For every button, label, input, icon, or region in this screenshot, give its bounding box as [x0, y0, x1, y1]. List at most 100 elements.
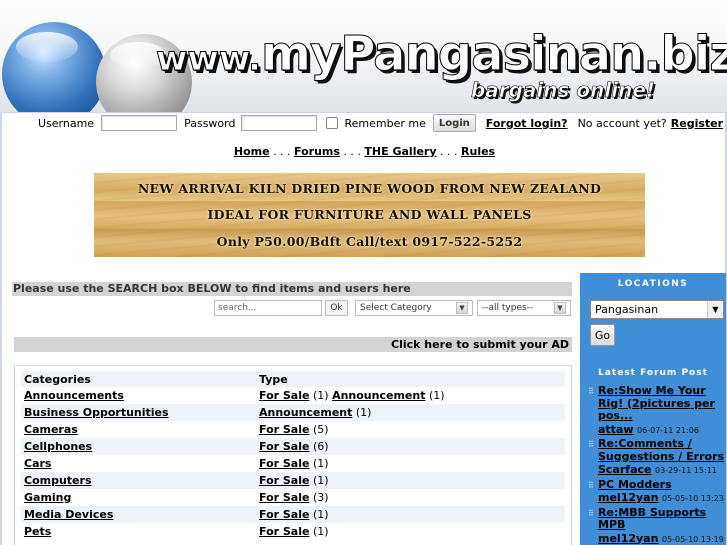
bullet-icon: ⠿	[588, 480, 594, 490]
type-link[interactable]: For Sale	[259, 440, 309, 453]
forum-post-list: ⠿ Re:Show Me Your Rig! (2pictures per po…	[588, 384, 726, 545]
category-link[interactable]: Pets	[24, 525, 51, 538]
banner-line-1: NEW ARRIVAL KILN DRIED PINE WOOD FROM NE…	[137, 180, 602, 196]
banner-line-3: Only P50.00/Bdft Call/text 0917-522-5252	[216, 234, 523, 250]
nav-forums[interactable]: Forums	[294, 145, 340, 158]
login-button[interactable]: Login	[432, 114, 476, 132]
category-link[interactable]: Media Devices	[24, 508, 113, 521]
table-row: Computers For Sale (1)	[21, 472, 565, 489]
post-date: 03-29-11 15:11	[654, 466, 717, 475]
right-sidebar: LOCATIONS Pangasinan ▼ Go Latest Forum P…	[580, 273, 726, 545]
type-count: (1)	[312, 457, 329, 470]
no-account-text: No account yet?	[577, 116, 667, 130]
banner-ad[interactable]: NEW ARRIVAL KILN DRIED PINE WOOD FROM NE…	[94, 173, 645, 257]
forum-post-link[interactable]: Re:Comments / Suggestions / Errors	[598, 437, 726, 463]
locations-title: LOCATIONS	[617, 279, 689, 289]
category-link[interactable]: Computers	[24, 474, 92, 487]
type-link[interactable]: For Sale	[259, 389, 309, 402]
search-row: search... Ok Select Category ▼ --all typ…	[214, 299, 571, 316]
table-row: Cars For Sale (1)	[21, 455, 565, 472]
nav-the-gallery[interactable]: THE Gallery	[364, 145, 436, 158]
forgot-login-link[interactable]: Forgot login?	[486, 117, 568, 130]
type-count: (3)	[312, 491, 329, 504]
forum-post-link[interactable]: Re:MBB Supports MPB	[598, 506, 726, 532]
logo-domain: myPangasinan.biz	[260, 26, 727, 83]
type-count: (1)	[312, 389, 329, 402]
nav-rules[interactable]: Rules	[461, 145, 495, 158]
location-select[interactable]: Pangasinan ▼	[590, 300, 724, 319]
type-link[interactable]: For Sale	[259, 491, 309, 504]
category-select[interactable]: Select Category ▼	[355, 299, 473, 316]
type-count: (1)	[312, 525, 329, 538]
table-row: Media Devices For Sale (1)	[21, 506, 565, 523]
search-heading: Please use the SEARCH box BELOW to find …	[12, 282, 572, 296]
type-count: (1)	[355, 406, 372, 419]
table-row: Business Opportunities Announcement (1)	[21, 404, 565, 421]
type-select[interactable]: --all types-- ▼	[477, 299, 571, 316]
search-ok-button[interactable]: Ok	[325, 299, 348, 316]
bullet-icon: ⠿	[588, 387, 594, 396]
type-link[interactable]: For Sale	[259, 508, 309, 521]
type-count: (6)	[312, 440, 329, 453]
register-link[interactable]: Register	[671, 117, 723, 130]
chevron-down-icon: ▼	[456, 301, 468, 314]
category-link[interactable]: Business Opportunities	[24, 406, 169, 419]
type-count: (1)	[312, 508, 329, 521]
category-select-value: Select Category	[360, 302, 432, 313]
post-author-link[interactable]: attaw	[598, 423, 634, 436]
type-select-value: --all types--	[482, 302, 534, 313]
category-link[interactable]: Gaming	[24, 491, 71, 504]
column-header-type: Type	[256, 371, 565, 387]
submit-ad-link[interactable]: Click here to submit your AD	[391, 338, 569, 351]
table-row: Cameras For Sale (5)	[21, 421, 565, 438]
remember-me-label: Remember me	[344, 116, 426, 130]
type-link[interactable]: For Sale	[259, 525, 309, 538]
nav-separator: . . .	[273, 145, 291, 158]
post-author-link[interactable]: mel12yan	[598, 491, 658, 504]
forum-post-link[interactable]: PC Modders	[598, 478, 726, 492]
latest-forum-post-title: Latest Forum Post	[598, 368, 708, 378]
page-body: Username Password Remember me Login Forg…	[0, 112, 727, 545]
list-item: ⠿ Re:Show Me Your Rig! (2pictures per po…	[588, 384, 726, 437]
login-bar: Username Password Remember me Login Forg…	[2, 113, 727, 133]
bullet-icon: ⠿	[588, 440, 594, 449]
remember-me-checkbox[interactable]	[326, 117, 339, 129]
type-link[interactable]: For Sale	[259, 423, 309, 436]
post-author-link[interactable]: mel12yan	[598, 532, 658, 545]
category-link[interactable]: Cars	[24, 457, 51, 470]
bullet-icon: ⠿	[588, 508, 594, 518]
nav-separator: . . .	[440, 145, 458, 158]
logo-www: www.	[156, 39, 262, 80]
username-label: Username	[38, 116, 95, 130]
submit-ad-bar: Click here to submit your AD	[14, 337, 572, 352]
password-input[interactable]	[241, 115, 318, 131]
nav-home[interactable]: Home	[234, 145, 270, 158]
type-link[interactable]: Announcement	[332, 389, 425, 402]
table-row: Gaming For Sale (3)	[21, 489, 565, 506]
banner-line-2: IDEAL FOR FURNITURE AND WALL PANELS	[207, 207, 532, 223]
username-input[interactable]	[101, 115, 178, 131]
category-link[interactable]: Announcements	[24, 389, 124, 402]
type-link[interactable]: Announcement	[259, 406, 352, 419]
nav-separator: . . .	[343, 145, 361, 158]
post-date: 05-05-10 13:19	[661, 534, 724, 544]
go-button[interactable]: Go	[590, 324, 615, 346]
categories-panel: Categories Type Announcements For Sale (…	[14, 365, 572, 545]
post-author-link[interactable]: Scarface	[598, 463, 651, 476]
table-row: Cellphones For Sale (6)	[21, 438, 565, 455]
search-input[interactable]: search...	[214, 299, 322, 316]
category-link[interactable]: Cameras	[24, 423, 78, 436]
category-link[interactable]: Cellphones	[24, 440, 92, 453]
type-count: (1)	[428, 389, 445, 402]
logo-tagline: bargains online!	[470, 78, 656, 103]
chevron-down-icon: ▼	[707, 301, 723, 318]
type-link[interactable]: For Sale	[259, 474, 309, 487]
type-link[interactable]: For Sale	[259, 457, 309, 470]
column-header-categories: Categories	[21, 371, 256, 387]
table-row: Announcements For Sale (1) Announcement …	[21, 387, 565, 404]
list-item: ⠿ PC Modders mel12yan 05-05-10 13:23	[588, 478, 726, 506]
table-row: Pets For Sale (1)	[21, 523, 565, 540]
categories-table: Categories Type Announcements For Sale (…	[21, 371, 565, 540]
forum-post-link[interactable]: Re:Show Me Your Rig! (2pictures per pos.…	[598, 384, 726, 423]
blue-orb-logo-graphic	[2, 22, 106, 112]
